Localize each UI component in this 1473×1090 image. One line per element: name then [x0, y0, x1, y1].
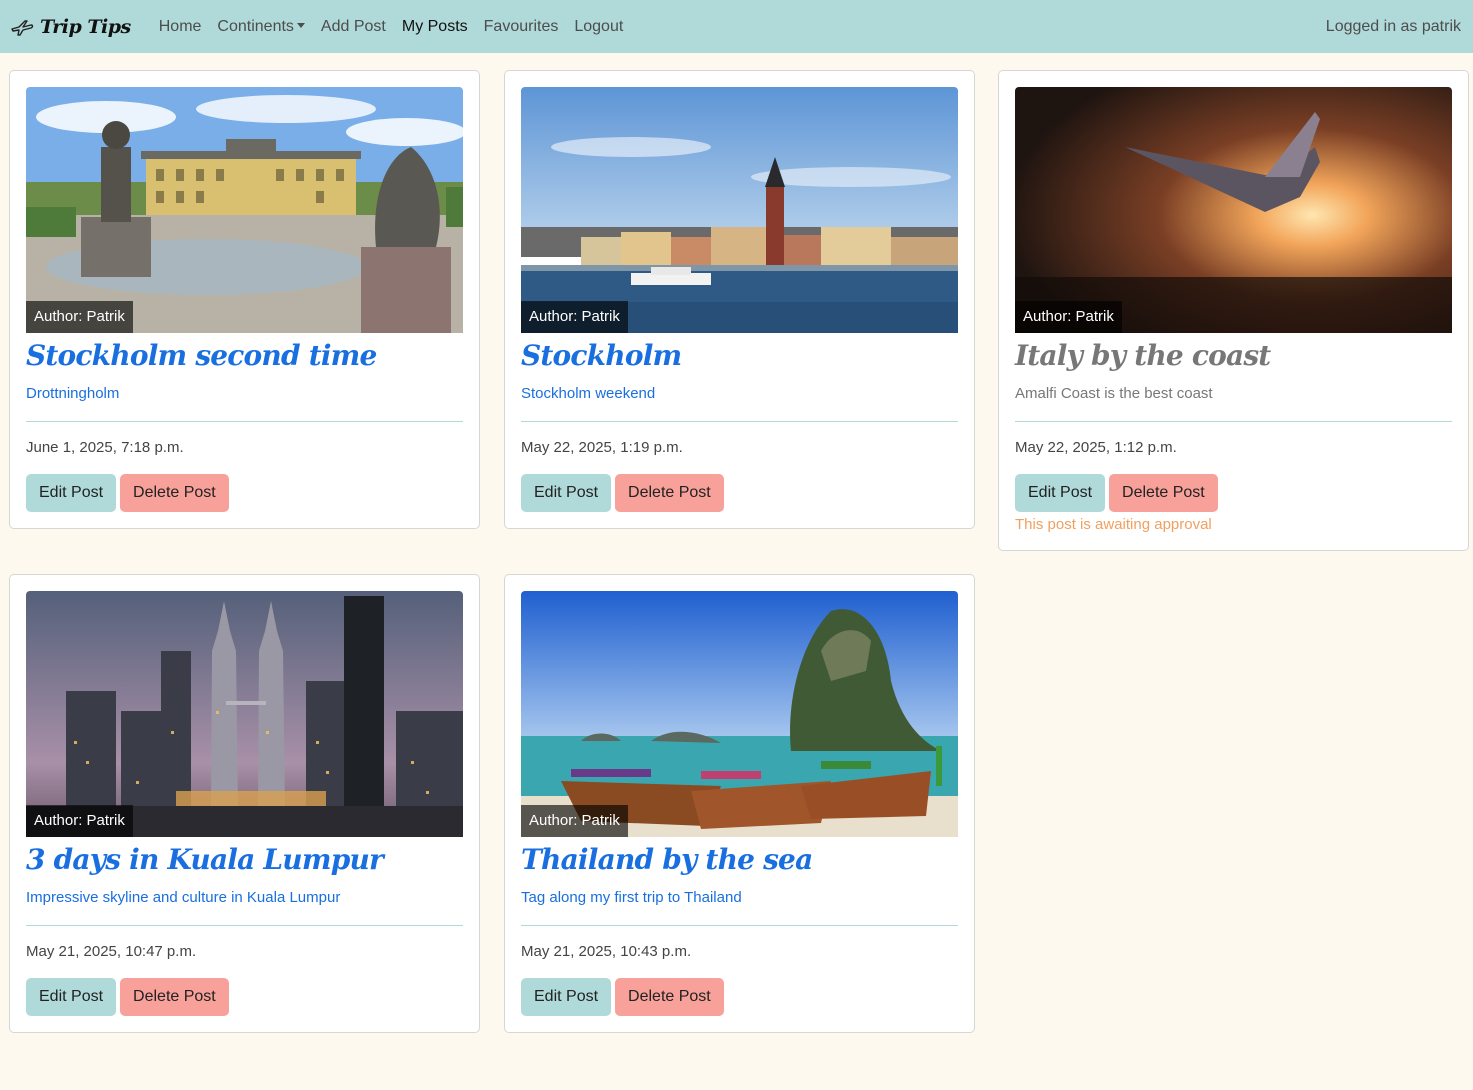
- post-card: Author: Patrik Thailand by the sea Tag a…: [504, 574, 975, 1033]
- brand[interactable]: Trip Tips: [10, 16, 131, 38]
- airplane-icon: [11, 19, 34, 36]
- nav-favourites[interactable]: Favourites: [476, 18, 567, 36]
- beach-longboats-image: [521, 591, 958, 837]
- author-label: Author: Patrik: [26, 805, 133, 837]
- caret-down-icon: [296, 22, 305, 28]
- delete-post-button[interactable]: Delete Post: [1109, 474, 1218, 512]
- author-label: Author: Patrik: [521, 301, 628, 333]
- post-title: Italy by the coast: [1015, 339, 1271, 372]
- post-date: May 21, 2025, 10:47 p.m.: [26, 943, 197, 960]
- edit-post-button[interactable]: Edit Post: [521, 474, 612, 512]
- post-image[interactable]: Author: Patrik: [1015, 87, 1452, 333]
- post-image[interactable]: Author: Patrik: [26, 87, 463, 333]
- palace-garden-image: [26, 87, 463, 333]
- post-actions: Edit Post Delete Post: [26, 474, 463, 512]
- post-title-link[interactable]: 3 days in Kuala Lumpur: [26, 843, 463, 877]
- post-excerpt: Amalfi Coast is the best coast: [1015, 385, 1213, 402]
- nav-continents-label: Continents: [217, 17, 294, 35]
- nav-continents-dropdown[interactable]: Continents: [209, 18, 313, 36]
- nav-my-posts[interactable]: My Posts: [394, 18, 476, 36]
- post-image[interactable]: Author: Patrik: [521, 591, 958, 837]
- logged-in-status: Logged in as patrik: [1325, 17, 1461, 35]
- post-excerpt[interactable]: Tag along my first trip to Thailand: [521, 889, 958, 907]
- post-title-link[interactable]: Stockholm second time: [26, 339, 463, 373]
- delete-post-button[interactable]: Delete Post: [120, 978, 229, 1016]
- post-image[interactable]: Author: Patrik: [26, 591, 463, 837]
- divider: [26, 421, 463, 422]
- twin-towers-image: [26, 591, 463, 837]
- post-actions: Edit Post Delete Post: [26, 978, 463, 1016]
- divider: [521, 925, 958, 926]
- city-skyline-image: [521, 87, 958, 333]
- post-excerpt[interactable]: Impressive skyline and culture in Kuala …: [26, 889, 463, 907]
- delete-post-button[interactable]: Delete Post: [615, 978, 724, 1016]
- post-actions: Edit Post Delete Post: [521, 978, 958, 1016]
- brand-name: Trip Tips: [40, 15, 131, 38]
- post-image[interactable]: Author: Patrik: [521, 87, 958, 333]
- divider: [521, 421, 958, 422]
- edit-post-button[interactable]: Edit Post: [26, 978, 117, 1016]
- author-label: Author: Patrik: [26, 301, 133, 333]
- delete-post-button[interactable]: Delete Post: [615, 474, 724, 512]
- delete-post-button[interactable]: Delete Post: [120, 474, 229, 512]
- post-card: Author: Patrik Italy by the coast Amalfi…: [998, 70, 1469, 551]
- nav-logout[interactable]: Logout: [566, 18, 631, 36]
- post-title-link[interactable]: Thailand by the sea: [521, 843, 958, 877]
- post-actions: Edit Post Delete Post: [1015, 474, 1452, 512]
- navbar: Trip Tips Home Continents Add Post My Po…: [0, 0, 1473, 53]
- airplane-sunset-image: [1015, 87, 1452, 333]
- divider: [1015, 421, 1452, 422]
- edit-post-button[interactable]: Edit Post: [521, 978, 612, 1016]
- author-label: Author: Patrik: [1015, 301, 1122, 333]
- post-date: May 22, 2025, 1:12 p.m.: [1015, 439, 1177, 456]
- nav-add-post[interactable]: Add Post: [313, 18, 394, 36]
- post-excerpt[interactable]: Stockholm weekend: [521, 385, 958, 403]
- post-date: May 21, 2025, 10:43 p.m.: [521, 943, 692, 960]
- approval-status: This post is awaiting approval: [1015, 516, 1212, 533]
- nav-home[interactable]: Home: [151, 18, 210, 36]
- author-label: Author: Patrik: [521, 805, 628, 837]
- post-card: Author: Patrik Stockholm second time Dro…: [9, 70, 480, 529]
- post-date: June 1, 2025, 7:18 p.m.: [26, 439, 184, 456]
- post-date: May 22, 2025, 1:19 p.m.: [521, 439, 683, 456]
- divider: [26, 925, 463, 926]
- nav-links: Home Continents Add Post My Posts Favour…: [151, 18, 632, 36]
- edit-post-button[interactable]: Edit Post: [26, 474, 117, 512]
- edit-post-button[interactable]: Edit Post: [1015, 474, 1106, 512]
- post-actions: Edit Post Delete Post: [521, 474, 958, 512]
- post-card: Author: Patrik Stockholm Stockholm weeke…: [504, 70, 975, 529]
- post-excerpt[interactable]: Drottningholm: [26, 385, 463, 403]
- post-title-link[interactable]: Stockholm: [521, 339, 958, 373]
- post-card: Author: Patrik 3 days in Kuala Lumpur Im…: [9, 574, 480, 1033]
